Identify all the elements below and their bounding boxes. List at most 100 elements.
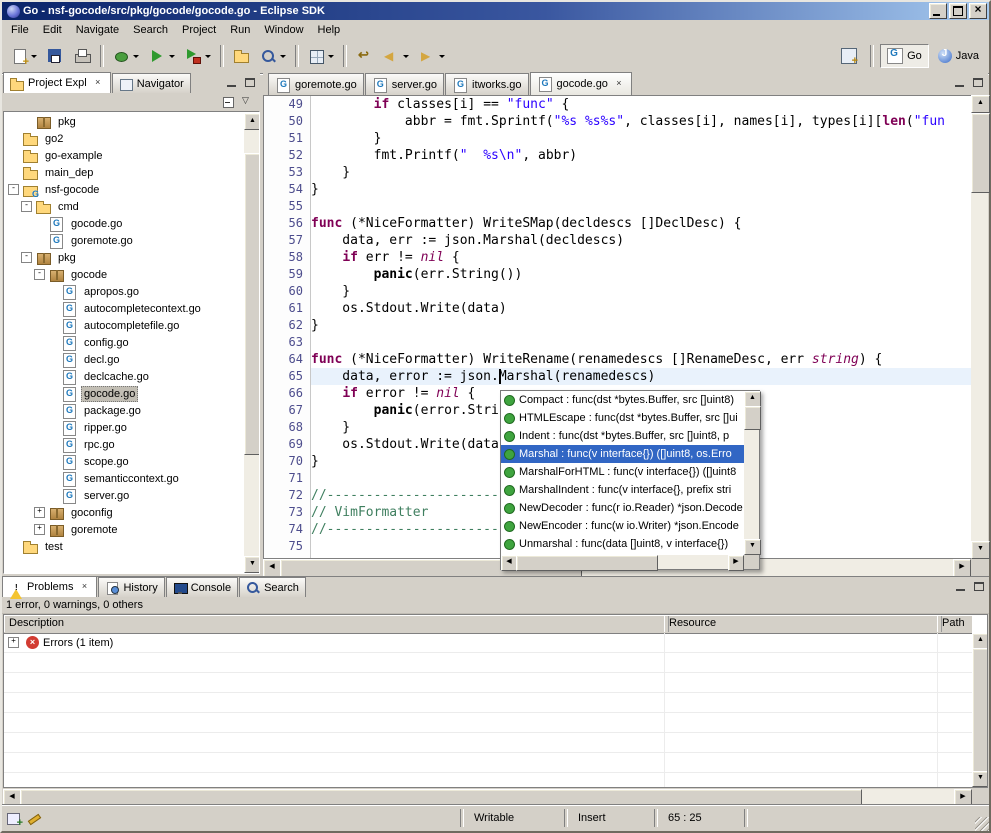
scrollbar-thumb[interactable] <box>244 153 260 455</box>
back-button[interactable] <box>379 43 413 69</box>
scroll-down-icon[interactable]: ▼ <box>971 541 990 559</box>
tree-item-gocode-go[interactable]: gocode.go <box>4 215 243 232</box>
new-element-button[interactable] <box>304 43 338 69</box>
dropdown-arrow-icon[interactable] <box>169 55 175 61</box>
run-external-button[interactable] <box>181 43 215 69</box>
explorer-vertical-scrollbar[interactable]: ▲ ▼ <box>244 113 259 573</box>
view-menu-icon[interactable] <box>240 95 256 109</box>
new-wizard-button[interactable] <box>7 43 41 69</box>
view-minimize-icon[interactable] <box>953 580 969 594</box>
completion-item-indent[interactable]: Indent : func(dst *bytes.Buffer, src []u… <box>501 427 744 445</box>
popup-vertical-scrollbar[interactable]: ▲ ▼ <box>744 391 759 555</box>
expand-icon[interactable]: + <box>34 507 45 518</box>
dropdown-arrow-icon[interactable] <box>133 55 139 61</box>
last-edit-location-button[interactable] <box>352 43 377 69</box>
tab-gocode-go[interactable]: gocode.go × <box>530 72 632 95</box>
scrollbar-thumb[interactable] <box>516 555 658 571</box>
close-icon[interactable]: × <box>613 78 625 90</box>
view-minimize-icon[interactable] <box>224 76 240 90</box>
menu-window[interactable]: Window <box>257 22 310 38</box>
run-button[interactable] <box>145 43 179 69</box>
collapse-icon[interactable]: - <box>8 184 19 195</box>
tab-goremote-go[interactable]: goremote.go <box>268 73 364 95</box>
expand-icon[interactable]: + <box>34 524 45 535</box>
menu-help[interactable]: Help <box>311 22 348 38</box>
tree-item-test[interactable]: test <box>4 538 243 555</box>
column-description[interactable]: Description <box>4 615 669 632</box>
tree-item-autocompletecontext-go[interactable]: autocompletecontext.go <box>4 300 243 317</box>
tab-project-explorer[interactable]: Project Expl × <box>3 72 111 93</box>
view-maximize-icon[interactable] <box>242 76 258 90</box>
tree-item-nsf-gocode[interactable]: -nsf-gocode <box>4 181 243 198</box>
tab-navigator[interactable]: Navigator <box>112 73 191 93</box>
tab-console[interactable]: Console <box>166 577 238 597</box>
tree-item-cmd[interactable]: -cmd <box>4 198 243 215</box>
scroll-up-icon[interactable]: ▲ <box>244 113 260 130</box>
dropdown-arrow-icon[interactable] <box>403 55 409 61</box>
tree-item-gocode-go[interactable]: gocode.go <box>4 385 243 402</box>
tree-item-apropos-go[interactable]: apropos.go <box>4 283 243 300</box>
scroll-down-icon[interactable]: ▼ <box>744 539 761 555</box>
search-button[interactable] <box>256 43 290 69</box>
completion-item-newencoder[interactable]: NewEncoder : func(w io.Writer) *json.Enc… <box>501 517 744 535</box>
problems-horizontal-scrollbar[interactable]: ◀ ▶ <box>3 789 972 805</box>
go-perspective-button[interactable]: Go <box>880 44 929 68</box>
forward-button[interactable] <box>415 43 449 69</box>
completion-item-marshalforhtml[interactable]: MarshalForHTML : func(v interface{}) ([]… <box>501 463 744 481</box>
print-button[interactable] <box>70 43 95 69</box>
menu-edit[interactable]: Edit <box>36 22 69 38</box>
close-icon[interactable]: × <box>92 77 104 89</box>
scroll-down-icon[interactable]: ▼ <box>972 771 988 787</box>
fast-view-icon[interactable] <box>6 811 22 826</box>
tree-item-gocode[interactable]: -gocode <box>4 266 243 283</box>
tree-item-declcache-go[interactable]: declcache.go <box>4 368 243 385</box>
scroll-left-icon[interactable]: ◀ <box>501 555 517 571</box>
expand-icon[interactable]: + <box>8 637 19 648</box>
view-maximize-icon[interactable] <box>971 580 987 594</box>
completion-item-newdecoder[interactable]: NewDecoder : func(r io.Reader) *json.Dec… <box>501 499 744 517</box>
scrollbar-thumb[interactable] <box>971 113 990 193</box>
problems-vertical-scrollbar[interactable]: ▲ ▼ <box>972 633 987 787</box>
dropdown-arrow-icon[interactable] <box>439 55 445 61</box>
tree-item-config-go[interactable]: config.go <box>4 334 243 351</box>
tree-item-pkg[interactable]: pkg <box>4 113 243 130</box>
collapse-icon[interactable]: - <box>21 201 32 212</box>
completion-item-marshalindent[interactable]: MarshalIndent : func(v interface{}, pref… <box>501 481 744 499</box>
close-icon[interactable]: × <box>78 581 90 593</box>
tree-item-pkg[interactable]: -pkg <box>4 249 243 266</box>
save-button[interactable] <box>43 43 68 69</box>
line-number-ruler[interactable]: 4950515253545556575859606162636465666768… <box>264 96 311 558</box>
tree-item-semanticcontext-go[interactable]: semanticcontext.go <box>4 470 243 487</box>
completion-item-compact[interactable]: Compact : func(dst *bytes.Buffer, src []… <box>501 391 744 409</box>
menu-run[interactable]: Run <box>223 22 257 38</box>
menu-file[interactable]: File <box>4 22 36 38</box>
collapse-icon[interactable]: - <box>21 252 32 263</box>
tab-history[interactable]: History <box>98 577 164 597</box>
tab-itworks-go[interactable]: itworks.go <box>445 73 529 95</box>
dropdown-arrow-icon[interactable] <box>205 55 211 61</box>
tree-item-go-example[interactable]: go-example <box>4 147 243 164</box>
editor-maximize-icon[interactable] <box>970 76 986 90</box>
tab-server-go[interactable]: server.go <box>365 73 444 95</box>
java-perspective-button[interactable]: Java <box>931 44 986 68</box>
editor-minimize-icon[interactable] <box>952 76 968 90</box>
tree-item-main-dep[interactable]: main_dep <box>4 164 243 181</box>
tree-item-autocompletefile-go[interactable]: autocompletefile.go <box>4 317 243 334</box>
column-resource[interactable]: Resource <box>664 615 942 632</box>
menu-project[interactable]: Project <box>175 22 223 38</box>
tree-item-goremote-go[interactable]: goremote.go <box>4 232 243 249</box>
resize-grip[interactable] <box>975 817 989 831</box>
debug-button[interactable] <box>109 43 143 69</box>
tree-item-rpc-go[interactable]: rpc.go <box>4 436 243 453</box>
open-perspective-button[interactable] <box>837 43 865 69</box>
completion-item-marshal[interactable]: Marshal : func(v interface{}) ([]uint8, … <box>501 445 744 463</box>
menu-navigate[interactable]: Navigate <box>69 22 126 38</box>
tab-problems[interactable]: Problems × <box>2 576 97 597</box>
scroll-up-icon[interactable]: ▲ <box>744 391 761 407</box>
completion-item-unmarshal[interactable]: Unmarshal : func(data []uint8, v interfa… <box>501 535 744 553</box>
collapse-all-icon[interactable] <box>221 95 237 109</box>
title-bar[interactable]: Go - nsf-gocode/src/pkg/gocode/gocode.go… <box>2 2 989 20</box>
scroll-right-icon[interactable]: ▶ <box>728 555 744 571</box>
table-row-errors[interactable]: +×Errors (1 item) <box>4 633 972 653</box>
scroll-up-icon[interactable]: ▲ <box>971 95 990 113</box>
